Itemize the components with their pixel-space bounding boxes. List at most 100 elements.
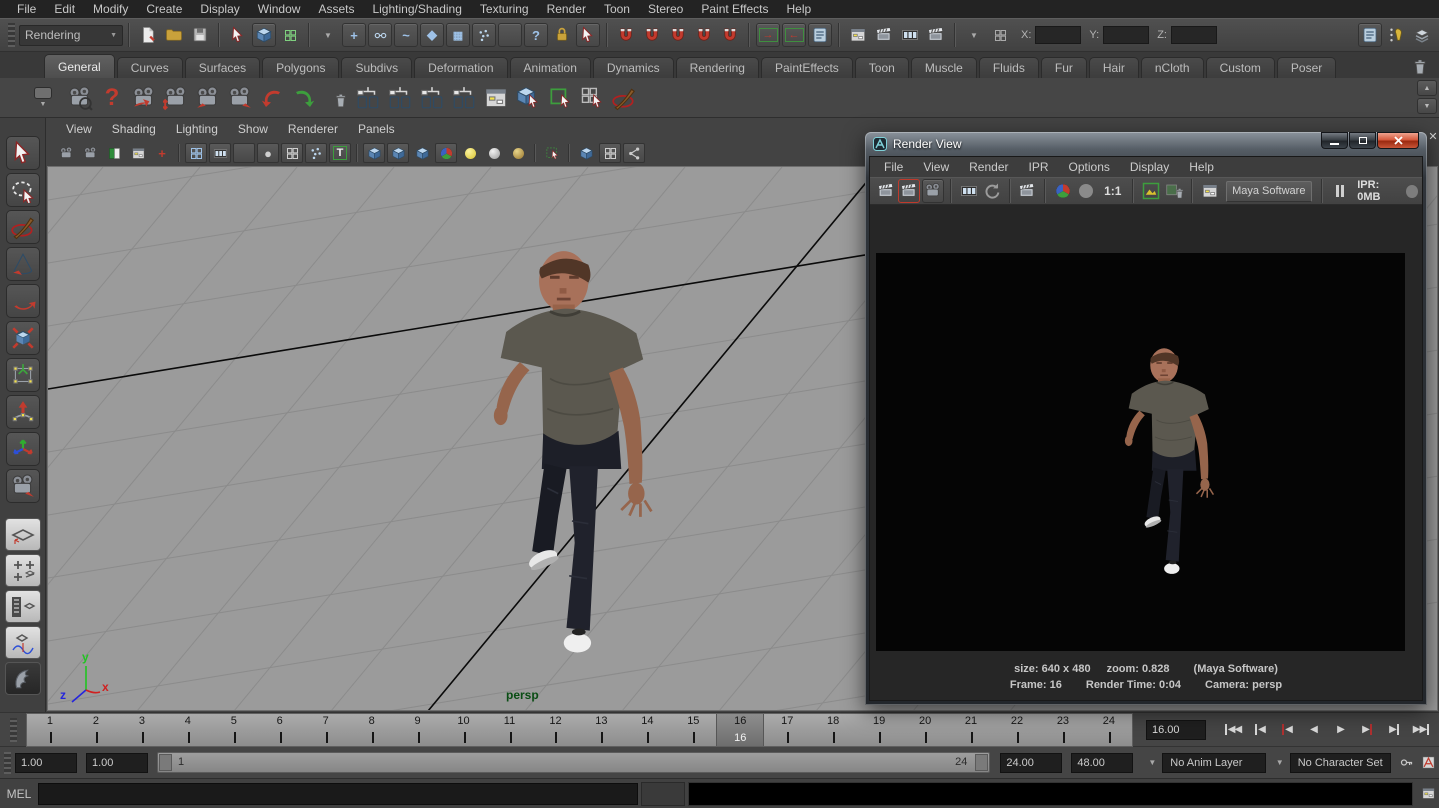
timeline-frame[interactable]: 2 — [73, 714, 119, 746]
timeline-frame[interactable]: 12 — [532, 714, 578, 746]
shelf-scroll-down-icon[interactable]: ▼ — [1417, 98, 1437, 114]
render-view-menu-help[interactable]: Help — [1179, 160, 1224, 174]
set-key-icon[interactable] — [1396, 751, 1416, 775]
play-backwards-button[interactable]: ◀ — [1300, 717, 1327, 742]
camera-attributes-icon[interactable] — [79, 143, 101, 163]
menu-create[interactable]: Create — [137, 2, 191, 16]
output-connections-icon[interactable]: ← — [782, 23, 806, 47]
render-view-menu-ipr[interactable]: IPR — [1019, 160, 1059, 174]
shelf-menu-widget[interactable]: ▼ — [28, 82, 58, 114]
render-region-icon[interactable] — [1017, 179, 1038, 203]
y-coord-input[interactable] — [1103, 26, 1149, 44]
render-settings-icon[interactable] — [1199, 179, 1220, 203]
render-view-menu-display[interactable]: Display — [1120, 160, 1179, 174]
keep-image-icon[interactable] — [1140, 179, 1161, 203]
menu-paint-effects[interactable]: Paint Effects — [692, 2, 777, 16]
layout-outliner-persp-button[interactable] — [5, 590, 41, 623]
step-forward-key-button[interactable]: ▶ — [1354, 717, 1381, 742]
alpha-channel-icon[interactable] — [1076, 179, 1097, 203]
timeline-frame[interactable]: 3 — [119, 714, 165, 746]
ungroup-nodes-icon[interactable] — [384, 82, 416, 114]
xray-display-icon[interactable] — [575, 143, 597, 163]
rotate-tool[interactable] — [6, 284, 40, 318]
safe-action-icon[interactable] — [305, 143, 327, 163]
pan-zoom-icon[interactable]: + — [151, 143, 173, 163]
mask-dynamics-icon[interactable] — [472, 23, 496, 47]
command-line-splitter[interactable] — [641, 782, 685, 806]
minimize-button[interactable] — [1321, 132, 1348, 149]
select-object-icon[interactable] — [252, 23, 276, 47]
mask-points-icon[interactable]: + — [342, 23, 366, 47]
select-component-icon[interactable] — [278, 23, 302, 47]
go-to-end-button[interactable]: ▶▶ — [1408, 717, 1435, 742]
gate-mask-icon[interactable]: ● — [257, 143, 279, 163]
playback-end-input[interactable] — [1071, 753, 1133, 773]
shelf-tab-rendering[interactable]: Rendering — [676, 57, 759, 78]
help-icon[interactable]: ? — [96, 82, 128, 114]
layout-single-pane-button[interactable] — [5, 518, 41, 551]
textured-display-icon[interactable] — [411, 143, 433, 163]
timeline-frame[interactable]: 19 — [856, 714, 902, 746]
menu-file[interactable]: File — [8, 2, 45, 16]
shelf-tab-custom[interactable]: Custom — [1206, 57, 1275, 78]
camera-roll-icon[interactable] — [224, 82, 256, 114]
timeline-frame[interactable]: 20 — [902, 714, 948, 746]
x-coord-input[interactable] — [1035, 26, 1081, 44]
no-lights-icon[interactable] — [507, 143, 529, 163]
shelf-tab-muscle[interactable]: Muscle — [911, 57, 977, 78]
paint-selection-tool[interactable] — [6, 210, 40, 244]
timeline-frame[interactable]: 1 — [27, 714, 73, 746]
new-scene-button[interactable] — [136, 23, 160, 47]
menu-assets[interactable]: Assets — [309, 2, 363, 16]
shelf-tab-animation[interactable]: Animation — [510, 57, 591, 78]
render-icon[interactable] — [875, 179, 896, 203]
timeline-frame[interactable]: 9 — [395, 714, 441, 746]
command-results-field[interactable] — [688, 782, 1413, 806]
shelf-tab-dynamics[interactable]: Dynamics — [593, 57, 674, 78]
parent-nodes-icon[interactable] — [416, 82, 448, 114]
assign-material-icon[interactable] — [544, 82, 576, 114]
render-view-menu-view[interactable]: View — [913, 160, 959, 174]
make-live-icon[interactable] — [718, 23, 742, 47]
statusline-grip[interactable] — [8, 23, 15, 47]
resolution-gate-icon[interactable] — [233, 143, 255, 163]
menu-toon[interactable]: Toon — [595, 2, 639, 16]
wireframe-on-shaded-icon[interactable] — [599, 143, 621, 163]
real-size-label[interactable]: 1:1 — [1104, 184, 1121, 198]
timeline-frame[interactable]: 11 — [487, 714, 533, 746]
delete-object-icon[interactable] — [320, 82, 352, 114]
pause-ipr-icon[interactable] — [1329, 179, 1350, 203]
duplicate-object-icon[interactable] — [512, 82, 544, 114]
character-set-selector[interactable]: No Character Set — [1290, 753, 1392, 773]
menu-window[interactable]: Window — [249, 2, 310, 16]
snapshot-icon[interactable] — [922, 179, 944, 203]
lasso-select-tool[interactable] — [6, 173, 40, 207]
viewport-menu-view[interactable]: View — [56, 122, 102, 136]
snap-to-grids-icon[interactable] — [614, 23, 638, 47]
textured-shaded-icon[interactable] — [435, 143, 457, 163]
timeline-frame[interactable]: 17 — [764, 714, 810, 746]
show-manipulator-tool[interactable] — [6, 432, 40, 466]
select-hierarchy-icon[interactable] — [226, 23, 250, 47]
ipr-render-icon[interactable] — [958, 179, 979, 203]
mask-curves-icon[interactable]: ~ — [394, 23, 418, 47]
command-language-label[interactable]: MEL — [0, 787, 38, 801]
auto-keyframe-icon[interactable] — [1418, 751, 1438, 775]
menu-stereo[interactable]: Stereo — [639, 2, 692, 16]
snap-to-points-icon[interactable] — [666, 23, 690, 47]
field-chart-icon[interactable] — [281, 143, 303, 163]
channel-box-layers-icon[interactable] — [1410, 23, 1434, 47]
timeline-frame[interactable]: 21 — [948, 714, 994, 746]
range-start-handle[interactable] — [159, 754, 172, 771]
layout-four-pane-button[interactable] — [5, 554, 41, 587]
mask-rendering-icon[interactable] — [498, 23, 522, 47]
step-back-frame-button[interactable]: ◀ — [1246, 717, 1273, 742]
menu-texturing[interactable]: Texturing — [471, 2, 538, 16]
plugin-shapes-icon[interactable] — [623, 143, 645, 163]
render-view-menu-render[interactable]: Render — [959, 160, 1018, 174]
mask-surfaces-icon[interactable]: ◆ — [420, 23, 444, 47]
timeline-frame[interactable]: 5 — [211, 714, 257, 746]
menu-set-selector[interactable]: Rendering▼ — [19, 25, 123, 46]
ipr-render-icon[interactable] — [898, 23, 922, 47]
mask-misc-icon[interactable]: ? — [524, 23, 548, 47]
